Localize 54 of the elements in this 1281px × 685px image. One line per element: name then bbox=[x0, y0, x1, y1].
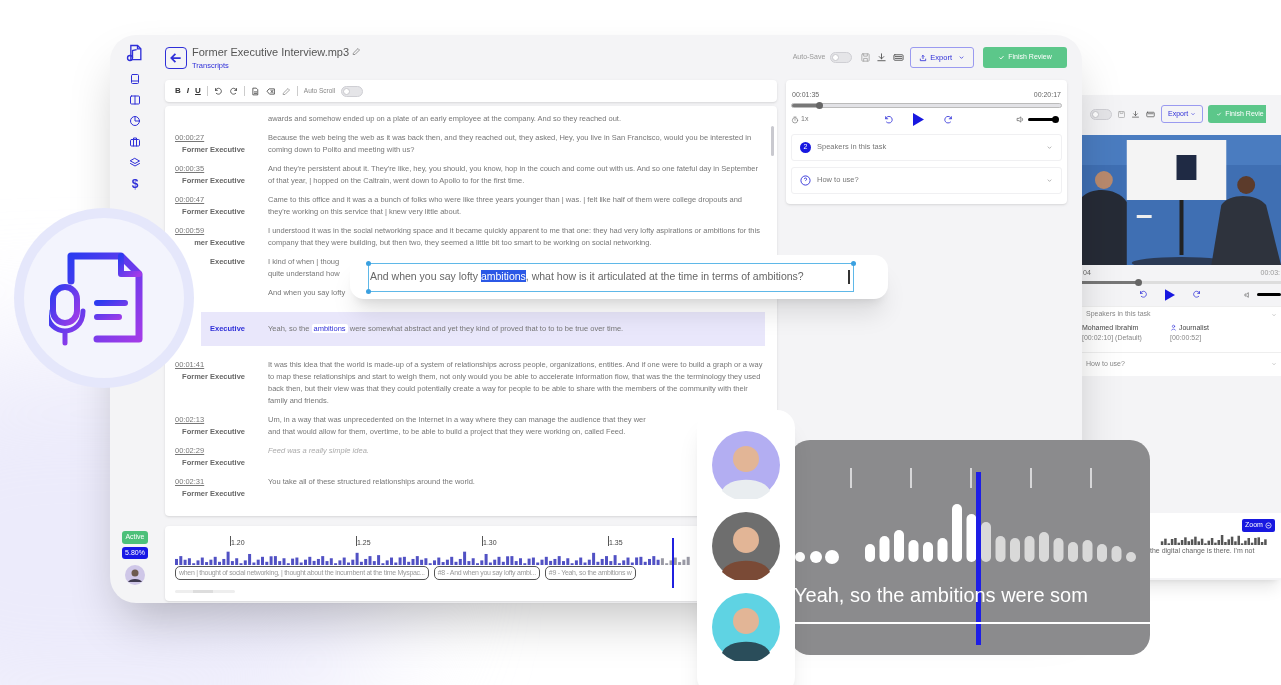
play-button[interactable] bbox=[1165, 288, 1175, 301]
volume-icon[interactable] bbox=[1244, 290, 1252, 299]
back-button[interactable] bbox=[165, 46, 187, 69]
progress-slider[interactable] bbox=[791, 102, 1062, 108]
format-button[interactable]: U bbox=[195, 85, 201, 97]
zoom-out-icon bbox=[1264, 522, 1272, 529]
upload-icon bbox=[919, 53, 928, 62]
avatar bbox=[712, 431, 780, 499]
auto-save-toggle[interactable] bbox=[830, 52, 853, 63]
pie-chart-icon[interactable] bbox=[129, 115, 141, 127]
billing-link[interactable]: $ bbox=[131, 178, 139, 190]
chevron-down-icon bbox=[958, 54, 965, 61]
chevron-down-icon bbox=[1046, 176, 1053, 184]
download-icon[interactable] bbox=[1131, 109, 1140, 119]
chevron-down-icon bbox=[1271, 311, 1277, 318]
briefcase-icon[interactable] bbox=[129, 136, 141, 148]
check-icon bbox=[998, 54, 1006, 61]
forward-icon[interactable] bbox=[1192, 290, 1201, 299]
chevron-down-icon bbox=[1046, 143, 1053, 151]
layers-icon[interactable] bbox=[129, 157, 141, 169]
columns-icon[interactable] bbox=[129, 94, 141, 106]
timer-icon[interactable] bbox=[791, 115, 799, 124]
book-icon[interactable] bbox=[129, 73, 141, 85]
progress-slider[interactable] bbox=[1082, 280, 1281, 284]
edit-field[interactable]: And when you say lofty ambitions, what how is it articulated at the time in terms of ambitions? bbox=[368, 262, 854, 292]
text-cursor-icon bbox=[848, 270, 853, 284]
logo-icon[interactable] bbox=[125, 43, 145, 63]
download-icon[interactable] bbox=[876, 52, 888, 63]
chevron-down-icon bbox=[1190, 111, 1197, 117]
chevron-down-icon bbox=[1271, 361, 1277, 367]
play-button[interactable] bbox=[913, 113, 925, 126]
auto-save-toggle[interactable] bbox=[1090, 108, 1112, 120]
file-title: Former Executive Interview.mp3 bbox=[192, 44, 350, 60]
auto-scroll-toggle[interactable] bbox=[341, 85, 364, 97]
volume-slider[interactable] bbox=[1028, 118, 1056, 121]
undo-icon[interactable] bbox=[213, 86, 223, 96]
help-icon bbox=[800, 174, 811, 186]
person-icon bbox=[1169, 324, 1177, 332]
volume-icon[interactable] bbox=[1016, 115, 1025, 124]
avatar bbox=[712, 512, 780, 580]
rewind-icon[interactable] bbox=[884, 114, 895, 125]
avatar bbox=[712, 593, 780, 661]
eraser-icon[interactable] bbox=[265, 86, 276, 96]
volume-slider[interactable] bbox=[1257, 293, 1281, 296]
avatar[interactable] bbox=[125, 565, 145, 585]
check-icon bbox=[1216, 111, 1223, 117]
format-button[interactable]: I bbox=[186, 85, 189, 97]
keyboard-icon[interactable] bbox=[1145, 109, 1156, 119]
rewind-icon[interactable] bbox=[1139, 290, 1148, 299]
keyboard-icon[interactable] bbox=[892, 52, 906, 63]
forward-icon[interactable] bbox=[943, 114, 954, 125]
format-button[interactable]: B bbox=[175, 85, 181, 97]
document-icon[interactable] bbox=[250, 86, 260, 96]
redo-icon[interactable] bbox=[228, 86, 238, 96]
